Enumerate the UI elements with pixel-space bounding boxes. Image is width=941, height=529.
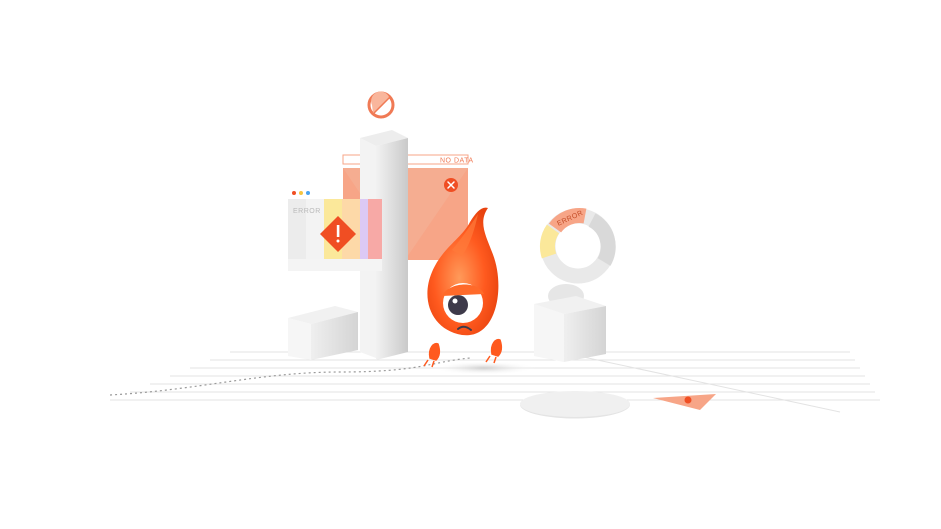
pie-slice [653,394,716,410]
left-foot [423,342,441,368]
close-icon [444,178,458,192]
right-foot [485,338,503,364]
illustration-svg: NO DATA ERROR ERROR [109,91,880,419]
error-label: ERROR [293,208,321,215]
character-shadow [432,361,536,375]
no-entry-icon [367,91,395,119]
pie-disc [520,391,631,419]
no-data-label: NO DATA [440,158,474,165]
error-illustration: NO DATA ERROR ERROR [0,0,941,529]
donut-ring: ERROR [539,208,616,284]
right-pedestal [534,296,606,362]
error-window: ERROR [288,191,382,271]
window-dots-icon [292,191,310,195]
left-block [288,306,358,360]
